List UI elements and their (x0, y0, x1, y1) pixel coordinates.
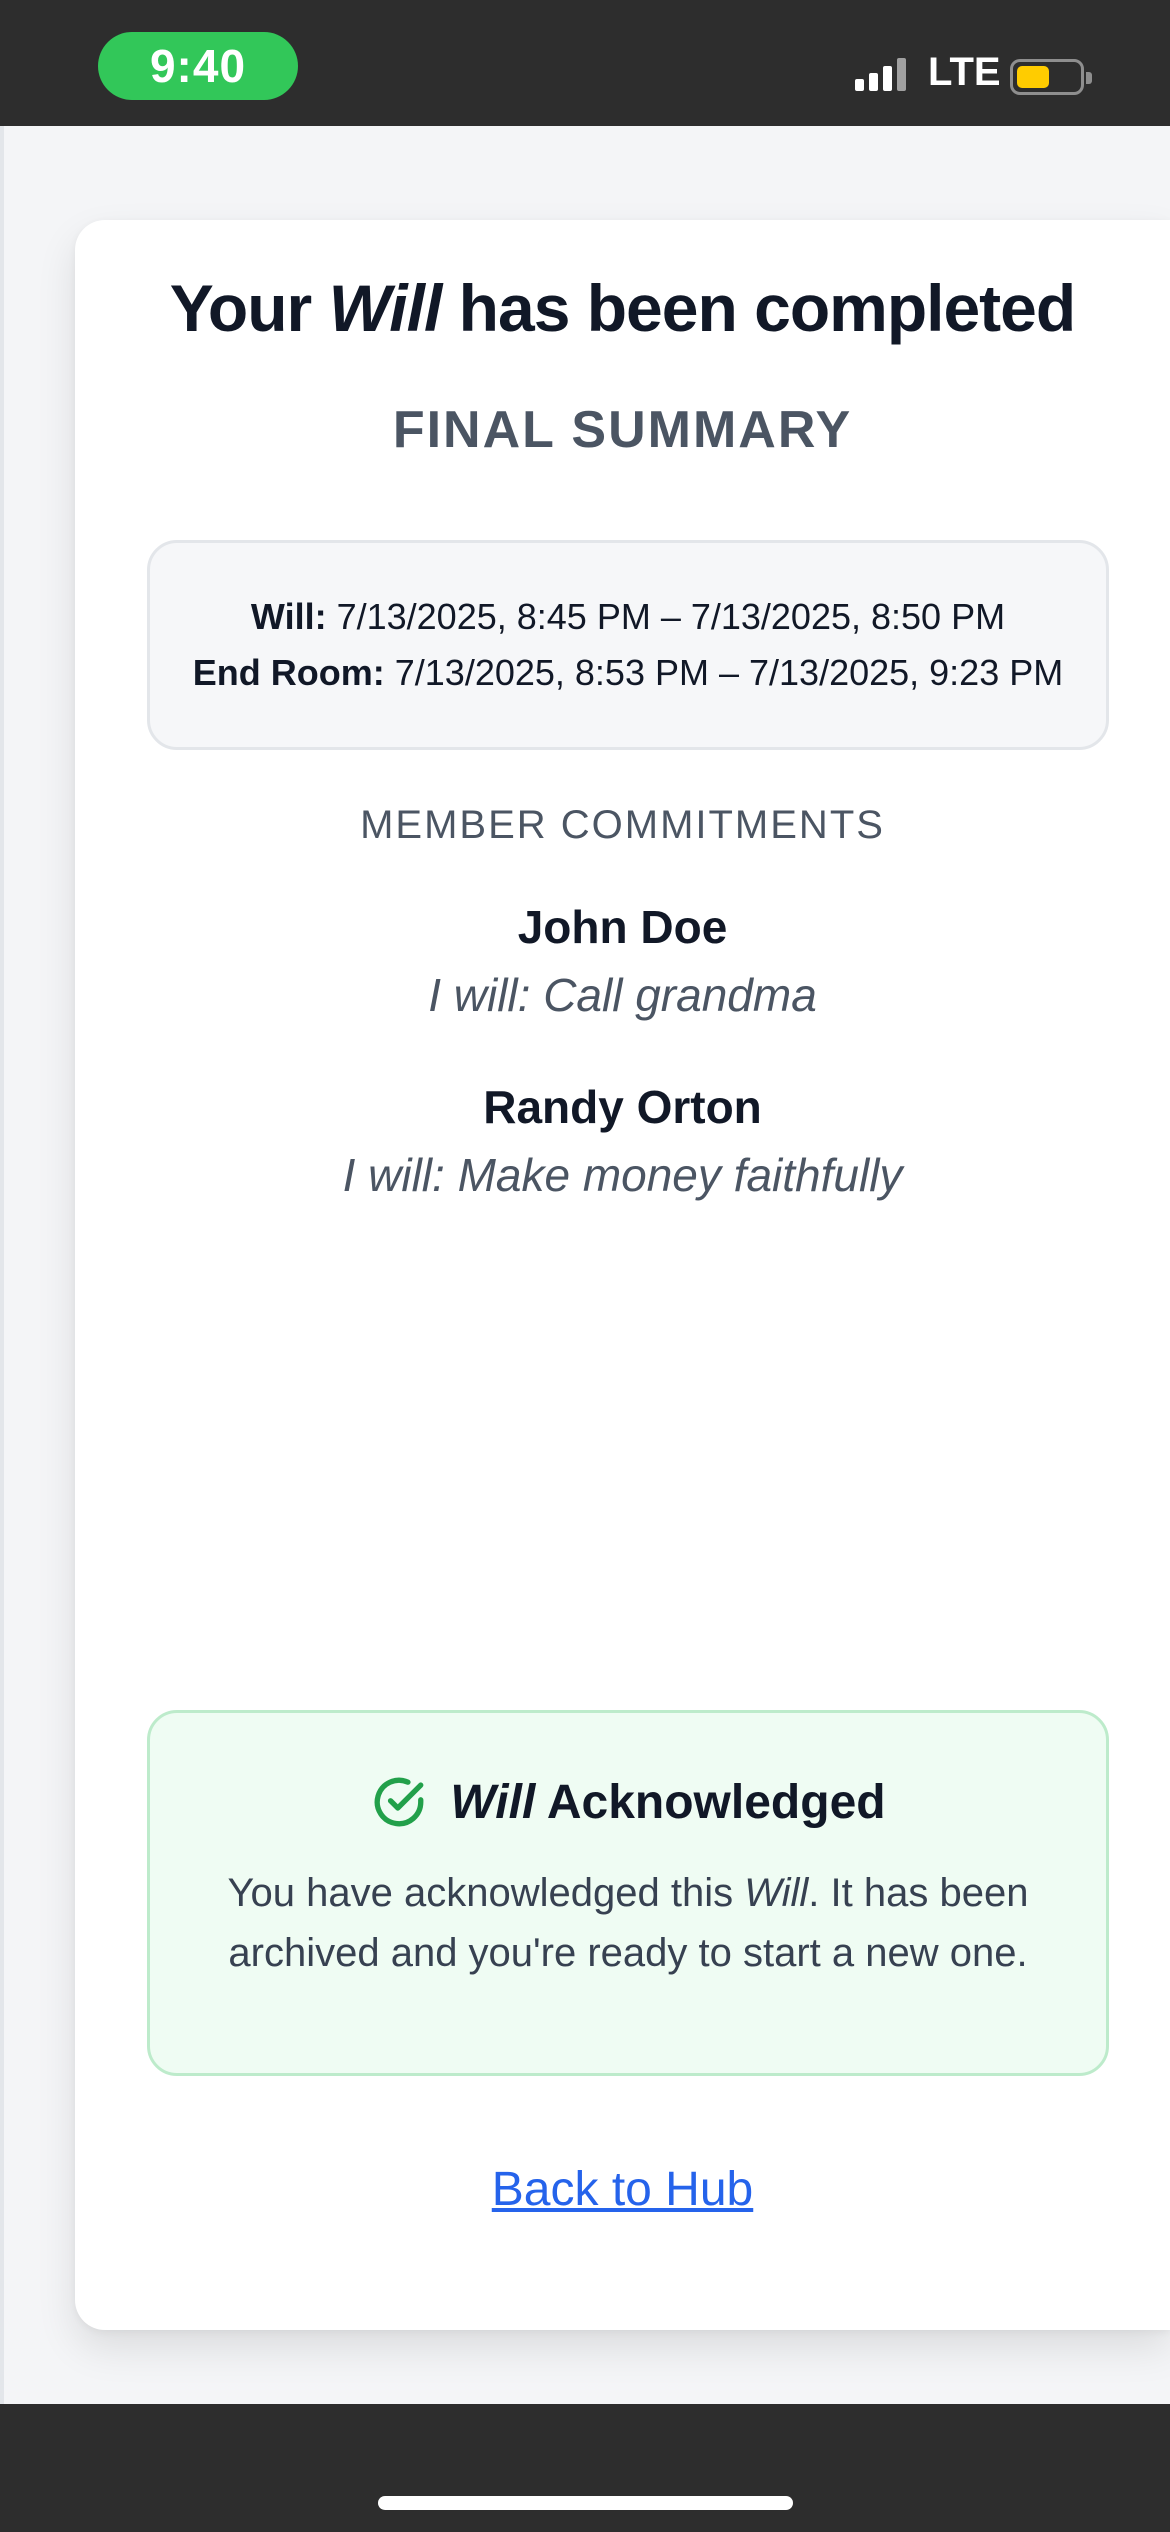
timeframe-end-room: End Room: 7/13/2025, 8:53 PM – 7/13/2025… (193, 652, 1063, 694)
title-emphasis: Will (328, 271, 443, 345)
network-label: LTE (928, 50, 1001, 94)
check-circle-icon (375, 1777, 424, 1827)
timeframe-end-room-label: End Room: (192, 652, 385, 693)
commitments-section-label: MEMBER COMMITMENTS (360, 803, 885, 847)
signal-icon (855, 58, 906, 91)
message-emphasis: Will (744, 1871, 809, 1915)
message-prefix: You have acknowledged this (227, 1871, 734, 1915)
member-commitment: John Doe I will: Call grandma (75, 900, 1170, 1022)
battery-icon (1010, 59, 1092, 95)
bottom-bar (0, 2404, 1170, 2532)
home-indicator[interactable] (378, 2496, 793, 2510)
member-name: John Doe (517, 901, 728, 953)
timeframe-end-room-value: 7/13/2025, 8:53 PM – 7/13/2025, 9:23 PM (394, 652, 1064, 693)
timeframe-box: Will: 7/13/2025, 8:45 PM – 7/13/2025, 8:… (147, 540, 1109, 750)
member-name: Randy Orton (483, 1081, 762, 1133)
member-commitment: Randy Orton I will: Make money faithfull… (75, 1080, 1170, 1202)
back-to-hub-link[interactable]: Back to Hub (75, 2162, 1170, 2217)
member-commitment-text: I will: Call grandma (428, 969, 817, 1021)
timeframe-will-label: Will: (250, 596, 327, 637)
title-suffix: has been completed (458, 271, 1077, 345)
timeframe-will: Will: 7/13/2025, 8:45 PM – 7/13/2025, 8:… (251, 596, 1005, 638)
acknowledged-title-emphasis: Will (450, 1775, 536, 1829)
status-time: 9:40 (98, 32, 298, 100)
acknowledged-heading: Will Acknowledged (150, 1773, 1106, 1831)
acknowledged-message: You have acknowledged this Will. It has … (190, 1863, 1066, 1983)
acknowledged-title-rest: Acknowledged (546, 1775, 886, 1829)
status-bar: 9:40 LTE (0, 0, 1170, 126)
acknowledged-banner: Will Acknowledged You have acknowledged … (147, 1710, 1109, 2076)
member-commitment-text: I will: Make money faithfully (342, 1149, 903, 1201)
title-prefix: Your (169, 271, 312, 345)
page-subtitle: FINAL SUMMARY (392, 401, 853, 459)
page-title: Your Will has been completed (75, 270, 1170, 346)
timeframe-will-value: 7/13/2025, 8:45 PM – 7/13/2025, 8:50 PM (336, 596, 1006, 637)
